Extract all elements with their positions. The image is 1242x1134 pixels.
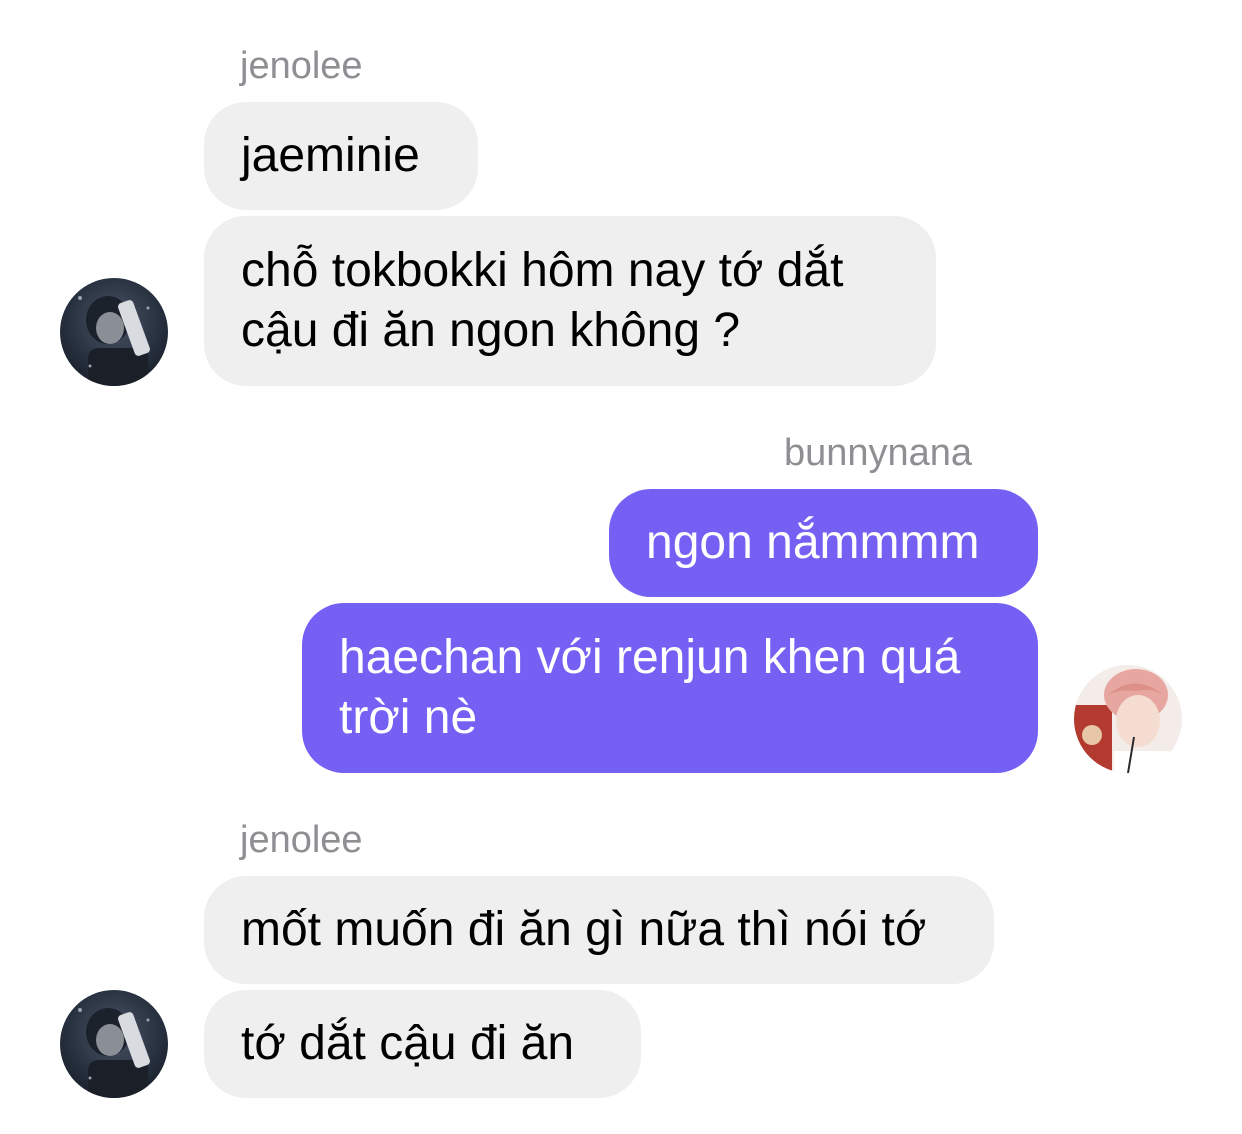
- message-text: mốt muốn đi ăn gì nữa thì nói tớ: [241, 903, 927, 956]
- sender-name-jenolee: jenolee: [240, 819, 363, 861]
- sender-name-jenolee: jenolee: [240, 45, 363, 87]
- message-bubble-incoming[interactable]: jaeminie: [204, 102, 478, 210]
- message-bubble-incoming[interactable]: mốt muốn đi ăn gì nữa thì nói tớ: [204, 876, 994, 984]
- message-text: haechan với renjun khen quá trời nè: [339, 631, 961, 744]
- user-photo-icon: [60, 278, 168, 386]
- message-bubble-outgoing[interactable]: ngon nắmmmm: [609, 489, 1038, 597]
- user-photo-icon: [60, 990, 168, 1098]
- message-bubble-incoming[interactable]: chỗ tokbokki hôm nay tớ dắt cậu đi ăn ng…: [204, 216, 936, 386]
- message-text: tớ dắt cậu đi ăn: [241, 1017, 575, 1070]
- message-text: chỗ tokbokki hôm nay tớ dắt cậu đi ăn ng…: [241, 244, 844, 357]
- user-photo-icon: [1074, 665, 1182, 773]
- sender-name-bunnynana: bunnynana: [784, 432, 973, 474]
- message-text: ngon nắmmmm: [646, 516, 980, 569]
- message-bubble-outgoing[interactable]: haechan với renjun khen quá trời nè: [302, 603, 1038, 773]
- message-text: jaeminie: [241, 129, 420, 182]
- message-bubble-incoming[interactable]: tớ dắt cậu đi ăn: [204, 990, 641, 1098]
- avatar-jenolee[interactable]: [60, 990, 168, 1098]
- avatar-jenolee[interactable]: [60, 278, 168, 386]
- avatar-bunnynana[interactable]: [1074, 665, 1182, 773]
